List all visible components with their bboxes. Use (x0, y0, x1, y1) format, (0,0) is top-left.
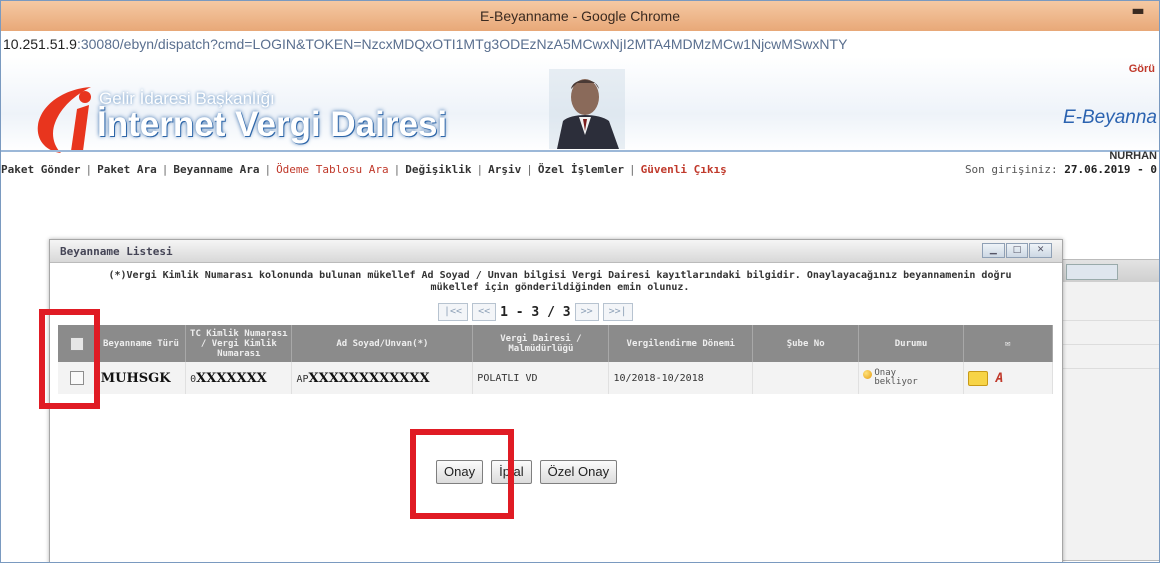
status-text: Onay bekliyor (874, 368, 918, 387)
url-host: 10.251.51.9 (3, 36, 77, 52)
beyanname-type: MUHSGK (100, 370, 171, 386)
mail-icon: ✉ (963, 325, 1054, 362)
gib-logo-icon (37, 87, 91, 153)
menu-item-paket-ara[interactable]: Paket Ara (97, 163, 157, 176)
pdf-icon[interactable]: A (996, 371, 1004, 386)
message-icon[interactable] (967, 370, 988, 386)
highlight-box-checkbox (39, 309, 100, 409)
address-bar[interactable]: 10.251.51.9:30080/ebyn/dispatch?cmd=LOGI… (1, 31, 1159, 58)
menu-item-guvenli-cikis[interactable]: Güvenli Çıkış (641, 163, 727, 176)
menu-item-beyanname-ara[interactable]: Beyanname Ara (173, 163, 259, 176)
column-header[interactable]: Durumu (858, 325, 964, 362)
menu-item-odeme-tablosu-ara[interactable]: Ödeme Tablosu Ara (276, 163, 389, 176)
tckn-value: XXXXXXX (196, 370, 267, 386)
minus-icon[interactable]: ▬ (1127, 3, 1149, 21)
last-login-value: 27.06.2019 - 0 (1064, 163, 1157, 176)
pending-dot-icon (863, 370, 873, 379)
maximize-icon[interactable]: □ (1005, 243, 1029, 258)
last-login-label: Son girişiniz: (964, 163, 1058, 176)
menu-item-degisiklik[interactable]: Değişiklik (405, 163, 471, 176)
browser-title: E-Beyanname - Google Chrome (480, 8, 680, 24)
cell-tckn: 0XXXXXXX (185, 362, 293, 394)
cell-branch (752, 362, 860, 394)
table-row[interactable]: MUHSGK 0XXXXXXX APXXXXXXXXXXXX POLATLI V… (58, 362, 1054, 394)
column-header[interactable]: Vergi Dairesi / Malmüdürlüğü (472, 325, 610, 362)
name-value: XXXXXXXXXXXX (308, 370, 430, 386)
cell-status: Onay bekliyor (858, 362, 964, 394)
special-approve-button[interactable]: Özel Onay (539, 460, 618, 484)
close-icon[interactable]: ✕ (1029, 243, 1053, 258)
app-name: E-Beyanna (1062, 107, 1157, 128)
menu-item-ozel-islemler[interactable]: Özel İşlemler (538, 163, 624, 176)
corner-link[interactable]: Görü (1129, 63, 1155, 75)
page-info: 1 - 3 / 3 (500, 304, 571, 320)
last-login: Son girişiniz: 27.06.2019 - 0 (965, 163, 1157, 176)
pagination: |<< << 1 - 3 / 3 >> >>| (438, 303, 633, 321)
prev-page-button[interactable]: << (472, 303, 497, 321)
window-controls: ▁ □ ✕ (982, 243, 1053, 258)
url-path: :30080/ebyn/dispatch?cmd=LOGIN&TOKEN=Nzc… (76, 36, 848, 52)
cell-name: APXXXXXXXXXXXX (291, 362, 474, 394)
url-text[interactable]: 10.251.51.9:30080/ebyn/dispatch?cmd=LOGI… (3, 36, 847, 52)
column-header[interactable]: Beyanname Türü (96, 325, 187, 362)
browser-title-bar: E-Beyanname - Google Chrome ▬ (1, 1, 1159, 31)
menu-item-arsiv[interactable]: Arşiv (488, 163, 521, 176)
cell-office: POLATLI VD (472, 362, 610, 394)
highlight-box-approve (410, 429, 514, 519)
status-badge: Onay bekliyor (863, 369, 958, 387)
menu-item-paket-gonder[interactable]: Paket Gönder (1, 163, 80, 176)
user-name: NURHAN (1109, 150, 1157, 162)
screenshot-frame: E-Beyanname - Google Chrome ▬ 10.251.51.… (0, 0, 1160, 563)
dialog-header: Beyanname Listesi ▁ □ ✕ (50, 240, 1062, 263)
minimize-icon[interactable]: ▁ (982, 243, 1005, 258)
table-header-row: Beyanname Türü TC Kimlik Numarası / Verg… (58, 325, 1054, 362)
column-header[interactable]: Ad Soyad/Unvan(*) (291, 325, 474, 362)
site-name: İnternet Vergi Dairesi (97, 105, 448, 144)
column-header[interactable]: Şube No (752, 325, 860, 362)
next-page-button[interactable]: >> (574, 303, 599, 321)
cell-actions: A (963, 362, 1054, 394)
notice-text: (*)Vergi Kimlik Numarası kolonunda bulun… (108, 270, 1012, 293)
dialog-title: Beyanname Listesi (60, 245, 173, 258)
first-page-button[interactable]: |<< (438, 303, 469, 321)
background-window (1061, 259, 1159, 561)
header-divider (1, 150, 1159, 152)
beyanname-table: Beyanname Türü TC Kimlik Numarası / Verg… (58, 325, 1054, 394)
column-header[interactable]: TC Kimlik Numarası / Vergi Kimlik Numara… (185, 325, 293, 362)
column-header[interactable]: Vergilendirme Dönemi (608, 325, 754, 362)
cell-type: MUHSGK (96, 362, 187, 394)
beyanname-listesi-dialog: Beyanname Listesi ▁ □ ✕ (*)Vergi Kimlik … (49, 239, 1063, 562)
ataturk-portrait-icon (549, 69, 625, 149)
background-window-controls[interactable] (1066, 264, 1118, 280)
cell-period: 10/2018-10/2018 (608, 362, 754, 394)
last-page-button[interactable]: >>| (602, 303, 633, 321)
name-prefix: AP (296, 373, 309, 385)
